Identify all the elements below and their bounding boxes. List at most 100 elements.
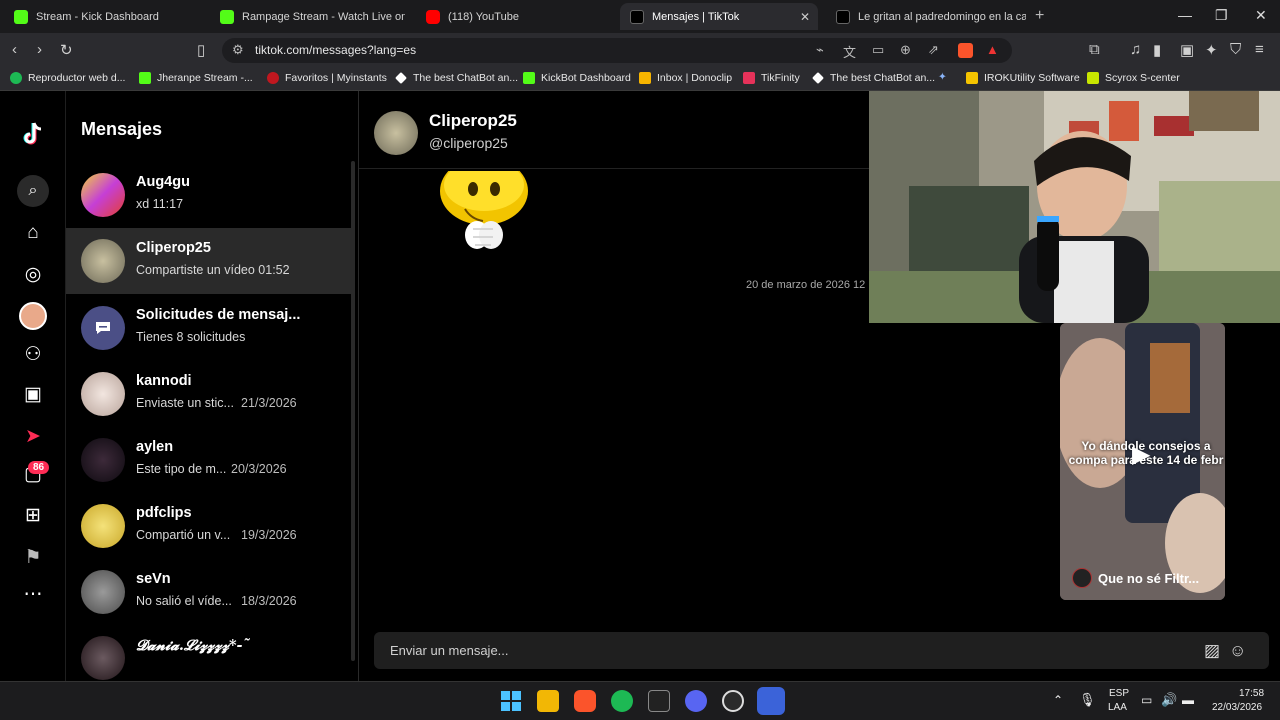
message-input-bar[interactable]: Enviar un mensaje... ▨ ☺ [374, 632, 1269, 669]
following-icon[interactable]: ⚇ [22, 343, 44, 365]
kick-icon [139, 72, 151, 84]
bookmark-item[interactable]: The best ChatBot an... [395, 72, 518, 84]
share-icon[interactable]: ⇗ [928, 42, 939, 58]
conversation-name: Aug4gu [136, 174, 190, 190]
leo-icon[interactable]: ✦ [1205, 41, 1218, 59]
brave-shields-icon[interactable] [958, 43, 973, 58]
bookmark-item[interactable]: Favoritos | Myinstants [267, 72, 387, 84]
conversation-time: 20/3/2026 [231, 462, 287, 476]
bookmark-icon[interactable]: ▯ [197, 41, 205, 59]
tab-rampage-stream[interactable]: Rampage Stream - Watch Live on Kic [210, 3, 405, 30]
wallet-icon[interactable]: ▣ [1180, 41, 1194, 59]
tiktok-logo-icon[interactable] [20, 121, 46, 147]
bookmark-item[interactable]: Reproductor web d... [10, 72, 125, 84]
myinstants-icon [267, 72, 279, 84]
tab-tiktok-messages[interactable]: Mensajes | TikTok ✕ [620, 3, 818, 30]
conversation-preview: Este tipo de m... [136, 462, 227, 476]
image-upload-icon[interactable]: ▨ [1204, 641, 1220, 661]
tray-overflow-icon[interactable]: ⌃ [1053, 693, 1063, 707]
address-bar[interactable]: ⚙ tiktok.com/messages?lang=es ⌁ 文 ▭ ⊕ ⇗ … [222, 38, 1012, 63]
more-icon[interactable]: ⋯ [22, 583, 44, 605]
profile-avatar[interactable] [19, 302, 47, 330]
conversation-item[interactable]: aylen Este tipo de m... 20/3/2026 [66, 427, 351, 493]
requests-icon [81, 306, 125, 350]
conversation-preview: Tienes 8 solicitudes [136, 330, 246, 344]
maximize-icon[interactable]: ❐ [1215, 7, 1228, 24]
spotify-icon[interactable] [611, 690, 633, 712]
conversation-name: Cliperop25 [136, 240, 211, 256]
file-explorer-icon[interactable] [537, 690, 559, 712]
network-icon[interactable]: ▭ [1141, 693, 1152, 707]
video-author-avatar [1072, 568, 1092, 588]
conversation-item[interactable]: pdfclips Compartió un v... 19/3/2026 [66, 493, 351, 559]
bookmark-item[interactable]: KickBot Dashboard [523, 72, 631, 84]
extensions-icon[interactable]: ⧉ [1089, 41, 1100, 58]
donoclip-icon [639, 72, 651, 84]
network-icon[interactable]: ⌁ [816, 42, 824, 58]
clock-time[interactable]: 17:58 [1239, 688, 1264, 699]
discord-icon[interactable] [685, 690, 707, 712]
zoom-icon[interactable]: ⊕ [900, 42, 911, 58]
audio-app-icon[interactable] [648, 690, 670, 712]
browser-nav-bar: ‹ › ↻ ▯ ⚙ tiktok.com/messages?lang=es ⌁ … [0, 33, 1280, 67]
conversation-item-selected[interactable]: Cliperop25 Compartiste un vídeo 01:52 [66, 228, 351, 294]
tab-title: Le gritan al padredomingo en la calle [858, 10, 1026, 23]
cast-icon[interactable]: ▭ [872, 42, 884, 58]
avatar [81, 173, 125, 217]
conversation-preview: No salió el víde... [136, 594, 232, 608]
upload-icon[interactable]: ⊞ [22, 504, 44, 526]
bookmark-item[interactable]: Scyrox S-center [1087, 72, 1180, 84]
tab-tiktok-video[interactable]: Le gritan al padredomingo en la calle [826, 3, 1026, 30]
bookmark-item[interactable]: Inbox | Donoclip [639, 72, 732, 84]
tab-kick-dashboard[interactable]: Stream - Kick Dashboard [4, 3, 209, 30]
windows-start-icon[interactable] [500, 690, 522, 712]
message-input[interactable]: Enviar un mensaje... [390, 643, 509, 658]
bookmark-item[interactable]: The best ChatBot an... [812, 72, 935, 84]
back-icon[interactable]: ‹ [12, 41, 17, 58]
conversation-item[interactable]: 𝓓𝓪𝓷𝓲𝓪.𝓛𝓲𝔃𝔃𝔃𝔃*-˜ [66, 625, 351, 681]
play-icon[interactable]: ▶ [1132, 440, 1150, 469]
bookmark-item[interactable]: IROKUtility Software [966, 72, 1080, 84]
site-info-icon[interactable]: ⚙ [232, 42, 244, 58]
forward-icon[interactable]: › [37, 41, 42, 58]
conversation-name: pdfclips [136, 505, 192, 521]
home-icon[interactable]: ⌂ [22, 222, 44, 244]
conversation-item[interactable]: Aug4gu xd 11:17 [66, 162, 351, 228]
list-scrollbar[interactable] [351, 161, 355, 661]
conversation-preview: Compartiste un vídeo 01:52 [136, 263, 290, 277]
close-window-icon[interactable]: ✕ [1255, 7, 1267, 24]
close-tab-icon[interactable]: ✕ [800, 10, 810, 24]
brave-rewards-icon[interactable]: ▲ [986, 42, 999, 57]
conversation-item[interactable]: kannodi Enviaste un stic... 21/3/2026 [66, 361, 351, 427]
translate-icon[interactable]: 文 [843, 42, 856, 61]
battery-icon[interactable]: ▬ [1182, 693, 1194, 707]
bookmark-item[interactable]: Jheranpe Stream -... [139, 72, 253, 84]
send-icon[interactable]: ➤ [22, 425, 44, 447]
active-app-icon[interactable] [757, 687, 785, 715]
conversation-item[interactable]: seVn No salió el víde... 18/3/2026 [66, 559, 351, 625]
vpn-icon[interactable]: ⛉ [1230, 41, 1241, 58]
menu-icon[interactable]: ≡ [1255, 41, 1264, 58]
obs-icon[interactable] [722, 690, 744, 712]
live-icon[interactable]: ▣ [22, 383, 44, 405]
new-tab-button[interactable]: + [1035, 7, 1044, 25]
bookmark-item[interactable]: TikFinity [743, 72, 800, 84]
search-icon[interactable]: ⌕ [17, 175, 49, 207]
message-requests-item[interactable]: Solicitudes de mensaj... Tienes 8 solici… [66, 295, 351, 361]
media-icon[interactable]: ♫ [1130, 41, 1141, 58]
reload-icon[interactable]: ↻ [60, 41, 73, 59]
language-indicator[interactable]: ESP [1109, 688, 1129, 699]
studio-icon[interactable]: ⚑ [22, 546, 44, 568]
gemini-icon[interactable]: ✦ [938, 71, 947, 83]
brave-browser-icon[interactable] [574, 690, 596, 712]
explore-icon[interactable]: ◎ [22, 263, 44, 285]
chat-avatar[interactable] [374, 111, 418, 155]
chat-contact-name[interactable]: Cliperop25 [429, 111, 517, 131]
microphone-icon[interactable]: 🎙 [1079, 692, 1096, 708]
tab-youtube[interactable]: (118) YouTube [416, 3, 616, 30]
sidebar-icon[interactable]: ▮ [1153, 41, 1161, 59]
minimize-icon[interactable]: — [1178, 7, 1192, 23]
emoji-icon[interactable]: ☺ [1229, 641, 1246, 661]
volume-icon[interactable]: 🔊 [1161, 692, 1177, 708]
shared-video-card[interactable]: Yo dándole consejos a compa para este 14… [1060, 323, 1225, 600]
